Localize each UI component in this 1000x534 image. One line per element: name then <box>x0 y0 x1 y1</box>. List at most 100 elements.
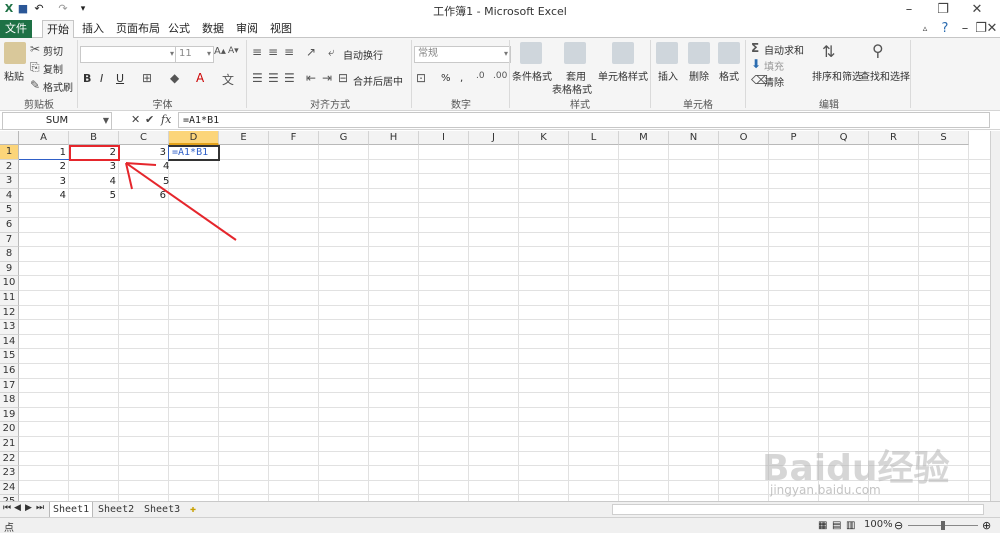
increase-indent-icon[interactable]: ⇥ <box>322 71 332 85</box>
zoom-slider-thumb[interactable] <box>941 521 945 530</box>
formula-input[interactable]: =A1*B1 <box>178 112 990 128</box>
borders-icon[interactable]: ⊞ <box>142 71 152 85</box>
cut-button[interactable]: 剪切 <box>43 43 63 58</box>
merge-center-button[interactable]: 合并后居中 <box>353 73 403 88</box>
clear-button[interactable]: 清除 <box>764 74 784 89</box>
comma-button[interactable]: , <box>460 73 463 84</box>
cell-styles-icon[interactable] <box>612 42 634 64</box>
percent-button[interactable]: % <box>441 73 451 84</box>
group-divider <box>77 40 78 108</box>
number-group-label: 数字 <box>451 100 471 111</box>
close-icon[interactable]: ✕ <box>964 1 990 19</box>
insert-cells-icon[interactable] <box>656 42 678 64</box>
bold-button[interactable]: B <box>83 72 91 85</box>
next-sheet-icon[interactable]: ▶ <box>25 503 32 513</box>
align-center-icon[interactable]: ☰ <box>268 71 279 85</box>
worksheet-grid[interactable]: ABCDEFGHIJKLMNOPQRS 1 2 3 4 5 6 7 8 9 10 11 12 13 14 1… <box>0 131 990 501</box>
autosum-button[interactable]: 自动求和 <box>764 42 804 57</box>
phonetic-icon[interactable]: 文 <box>222 71 234 88</box>
number-format-combo[interactable]: 常规 <box>414 46 511 63</box>
enter-entry-icon[interactable]: ✔ <box>145 113 154 126</box>
merge-center-icon[interactable]: ⊟ <box>338 71 348 85</box>
fill-button[interactable]: 填充 <box>764 58 784 73</box>
find-select-icon[interactable]: ⚲ <box>872 41 884 60</box>
font-color-icon[interactable]: A <box>196 71 204 85</box>
tab-review[interactable]: 审阅 <box>232 20 262 38</box>
styles-group-label: 样式 <box>570 100 590 111</box>
align-right-icon[interactable]: ☰ <box>284 71 295 85</box>
page-layout-view-icon[interactable]: ▤ <box>832 520 841 531</box>
sort-filter-icon[interactable]: ⇅ <box>822 42 835 61</box>
insert-sheet-icon[interactable]: ✚ <box>187 502 199 517</box>
copy-icon[interactable]: ⎘ <box>30 60 40 75</box>
wrap-text-icon[interactable]: ⤶ <box>328 45 335 60</box>
align-left-icon[interactable]: ☰ <box>252 71 263 85</box>
format-cells-icon[interactable] <box>718 42 740 64</box>
normal-view-icon[interactable]: ▦ <box>818 520 827 531</box>
format-cells-button[interactable]: 格式 <box>719 68 739 83</box>
decrease-font-icon[interactable]: A▾ <box>228 46 239 56</box>
decrease-decimal-icon[interactable]: .00 <box>493 71 507 81</box>
sheet-tab-1[interactable]: Sheet1 <box>49 502 94 518</box>
page-break-view-icon[interactable]: ▥ <box>846 520 855 531</box>
tab-file[interactable]: 文件 <box>0 20 32 38</box>
align-bottom-icon[interactable]: ≡ <box>284 45 294 59</box>
underline-button[interactable]: U <box>116 72 124 85</box>
format-as-table-icon[interactable] <box>564 42 586 64</box>
accounting-format-icon[interactable]: ⊡ <box>416 71 426 85</box>
wrap-text-button[interactable]: 自动换行 <box>343 47 383 62</box>
prev-sheet-icon[interactable]: ◀ <box>14 503 21 513</box>
zoom-in-icon[interactable]: ⊕ <box>982 519 991 532</box>
vertical-scrollbar[interactable] <box>990 131 1000 501</box>
tab-formulas[interactable]: 公式 <box>164 20 194 38</box>
paste-icon[interactable] <box>4 42 26 64</box>
orientation-icon[interactable]: ↗ <box>306 45 316 59</box>
sheet-tab-3[interactable]: Sheet3 <box>141 502 183 517</box>
font-size-combo[interactable]: 11 <box>175 46 214 63</box>
fill-icon[interactable]: ⬇ <box>751 57 761 71</box>
name-box-dropdown-icon[interactable]: ▼ <box>103 113 109 128</box>
tab-view[interactable]: 视图 <box>266 20 296 38</box>
format-painter-button[interactable]: 格式刷 <box>43 79 73 94</box>
font-name-combo[interactable] <box>80 46 177 63</box>
tab-page-layout[interactable]: 页面布局 <box>112 20 164 38</box>
insert-cells-button[interactable]: 插入 <box>658 68 678 83</box>
horizontal-scrollbar[interactable] <box>612 504 984 515</box>
paste-button[interactable]: 粘贴 <box>4 68 24 83</box>
tab-home[interactable]: 开始 <box>42 20 74 40</box>
increase-decimal-icon[interactable]: .0 <box>476 71 485 81</box>
delete-cells-button[interactable]: 删除 <box>689 68 709 83</box>
decrease-indent-icon[interactable]: ⇤ <box>306 71 316 85</box>
autosum-icon[interactable]: Σ <box>751 41 759 55</box>
align-top-icon[interactable]: ≡ <box>252 45 262 59</box>
tab-data[interactable]: 数据 <box>198 20 228 38</box>
cell-styles-button[interactable]: 单元格样式 <box>598 68 648 83</box>
group-divider <box>650 40 651 108</box>
minimize-icon[interactable]: – <box>896 1 922 19</box>
ribbon-tabs: 文件 开始 插入 页面布局 公式 数据 审阅 视图 ▵ ? – ❐ ✕ <box>0 20 1000 40</box>
conditional-format-button[interactable]: 条件格式 <box>512 68 552 83</box>
italic-button[interactable]: I <box>100 72 103 85</box>
close-workbook-icon[interactable]: ✕ <box>984 20 1000 38</box>
restore-icon[interactable]: ❐ <box>930 1 956 19</box>
zoom-level[interactable]: 100% <box>864 519 893 530</box>
conditional-format-icon[interactable] <box>520 42 542 64</box>
sort-filter-button[interactable]: 排序和筛选 <box>812 68 862 83</box>
align-middle-icon[interactable]: ≡ <box>268 45 278 59</box>
first-sheet-icon[interactable]: ⏮ <box>3 503 11 513</box>
zoom-out-icon[interactable]: ⊖ <box>894 519 903 532</box>
copy-button[interactable]: 复制 <box>43 61 63 76</box>
last-sheet-icon[interactable]: ⏭ <box>36 503 44 513</box>
fill-color-icon[interactable]: ◆ <box>170 71 179 85</box>
name-box[interactable]: SUM ▼ <box>2 112 112 130</box>
title-bar: X ■ ↶ ↷ ▾ 工作簿1 - Microsoft Excel – ❐ ✕ <box>0 0 1000 20</box>
cut-icon[interactable]: ✂ <box>30 42 40 56</box>
format-painter-icon[interactable]: ✎ <box>30 78 40 92</box>
cancel-entry-icon[interactable]: ✕ <box>131 113 140 126</box>
insert-function-icon[interactable]: fx <box>161 113 171 126</box>
sheet-tab-2[interactable]: Sheet2 <box>95 502 137 517</box>
find-select-button[interactable]: 查找和选择 <box>860 68 910 83</box>
tab-insert[interactable]: 插入 <box>78 20 108 38</box>
delete-cells-icon[interactable] <box>688 42 710 64</box>
increase-font-icon[interactable]: A▴ <box>214 46 226 57</box>
